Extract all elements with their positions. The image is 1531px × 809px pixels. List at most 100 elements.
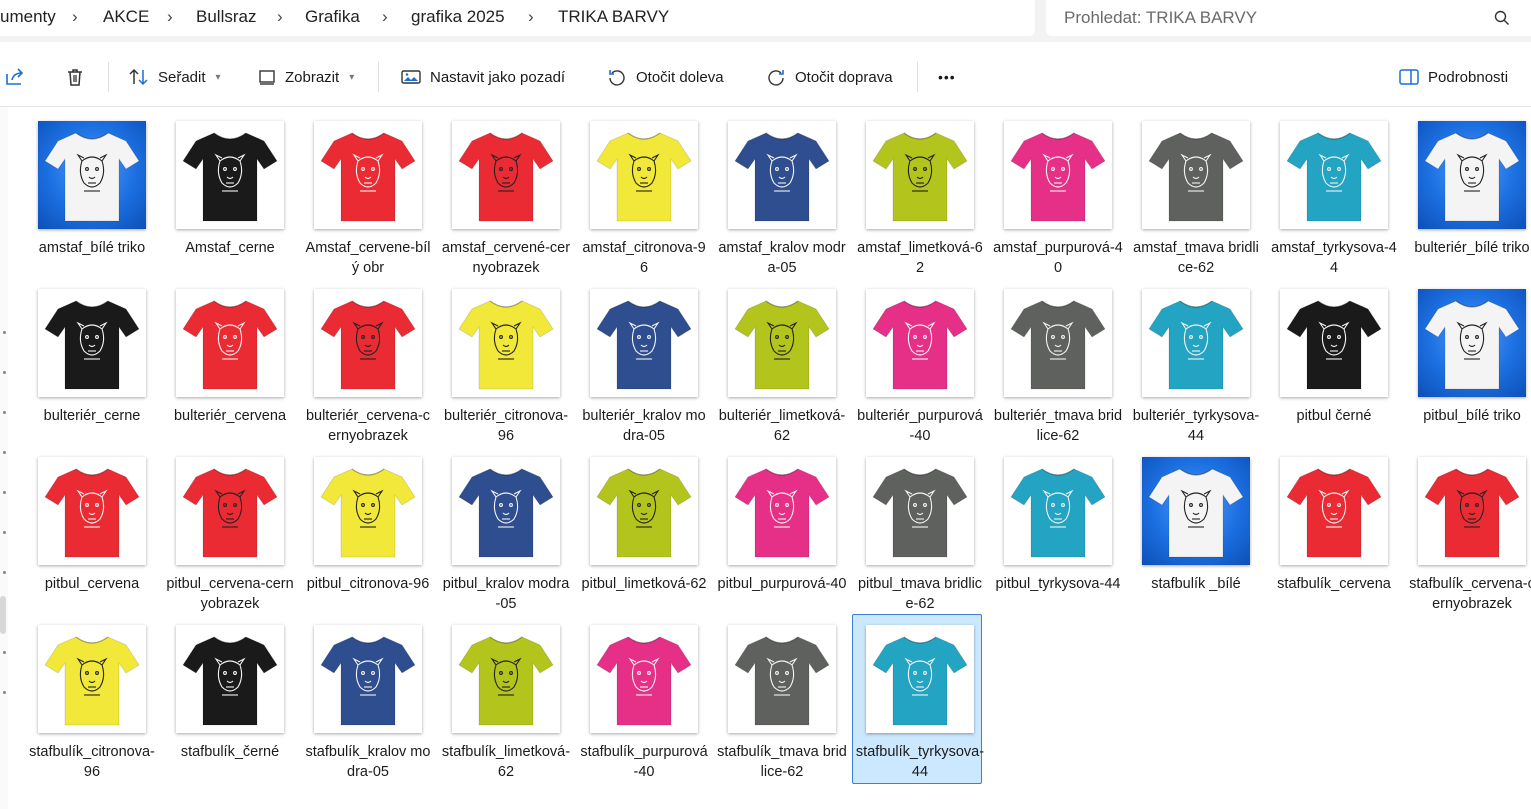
file-item[interactable]: amstaf_purpurová-40	[993, 114, 1123, 280]
file-item[interactable]: amstaf_limetková-62	[855, 114, 985, 280]
file-item[interactable]: bulteriér_kralov modra-05	[579, 282, 709, 448]
file-thumbnail[interactable]	[590, 121, 698, 229]
file-item[interactable]: amstaf_tyrkysova-44	[1269, 114, 1399, 280]
file-thumbnail[interactable]	[1004, 121, 1112, 229]
sort-button[interactable]: Seřadit ▾	[128, 48, 221, 106]
file-thumbnail[interactable]	[1418, 457, 1526, 565]
file-thumbnail[interactable]	[38, 121, 146, 229]
file-thumbnail[interactable]	[314, 457, 422, 565]
file-thumbnail[interactable]	[866, 289, 974, 397]
file-thumbnail[interactable]	[866, 457, 974, 565]
breadcrumb-item[interactable]: grafika 2025	[411, 7, 505, 27]
file-thumbnail[interactable]	[728, 289, 836, 397]
file-thumbnail[interactable]	[590, 625, 698, 733]
delete-button[interactable]	[64, 48, 86, 106]
file-thumbnail[interactable]	[1004, 289, 1112, 397]
file-item[interactable]: amstaf_citronova-96	[579, 114, 709, 280]
scrollbar-thumb[interactable]	[0, 596, 6, 634]
file-item[interactable]: amstaf_tmava bridlice-62	[1131, 114, 1261, 280]
file-item[interactable]: Amstaf_cervene-bílý obr	[303, 114, 433, 280]
file-item[interactable]: pitbul_kralov modra-05	[441, 450, 571, 616]
file-item[interactable]: stafbulík_černé	[165, 618, 295, 784]
file-item[interactable]: pitbul_tmava bridlice-62	[855, 450, 985, 616]
set-background-button[interactable]: Nastavit jako pozadí	[400, 48, 565, 106]
tshirt-image	[182, 636, 278, 726]
file-thumbnail[interactable]	[314, 289, 422, 397]
file-item[interactable]: bulteriér_limetková-62	[717, 282, 847, 448]
file-thumbnail[interactable]	[176, 457, 284, 565]
file-item[interactable]: pitbul černé	[1269, 282, 1399, 448]
file-thumbnail[interactable]	[314, 121, 422, 229]
file-item[interactable]: pitbul_limetková-62	[579, 450, 709, 616]
file-thumbnail[interactable]	[176, 121, 284, 229]
file-thumbnail[interactable]	[728, 457, 836, 565]
file-thumbnail[interactable]	[1418, 121, 1526, 229]
file-item[interactable]: bulteriér_cervena-cernyobrazek	[303, 282, 433, 448]
breadcrumb-item[interactable]: Bullsraz	[196, 7, 256, 27]
file-thumbnail[interactable]	[452, 121, 560, 229]
file-item[interactable]: pitbul_tyrkysova-44	[993, 450, 1123, 616]
breadcrumb-current[interactable]: TRIKA BARVY	[558, 7, 669, 27]
file-item[interactable]: stafbulík_tyrkysova-44	[852, 614, 985, 784]
file-item[interactable]: stafbulík_limetková-62	[441, 618, 571, 784]
file-thumbnail[interactable]	[1280, 289, 1388, 397]
file-thumbnail[interactable]	[38, 457, 146, 565]
file-thumbnail[interactable]	[1142, 457, 1250, 565]
file-item[interactable]: pitbul_bílé triko	[1407, 282, 1531, 448]
file-thumbnail[interactable]	[176, 289, 284, 397]
rotate-right-button[interactable]: Otočit doprava	[765, 48, 893, 106]
file-item[interactable]: stafbulík_purpurová-40	[579, 618, 709, 784]
file-item[interactable]: bulteriér_citronova-96	[441, 282, 571, 448]
file-item[interactable]: stafbulík_cervena	[1269, 450, 1399, 616]
file-thumbnail[interactable]	[314, 625, 422, 733]
file-item[interactable]: bulteriér_tmava bridlice-62	[993, 282, 1123, 448]
more-options-button[interactable]: •••	[938, 48, 956, 106]
file-item[interactable]: bulteriér_tyrkysova-44	[1131, 282, 1261, 448]
file-item[interactable]: pitbul_cervena	[27, 450, 157, 616]
file-thumbnail[interactable]	[728, 625, 836, 733]
breadcrumb[interactable]: umenty › AKCE › Bullsraz › Grafika › gra…	[0, 0, 1035, 36]
file-item[interactable]: bulteriér_cerne	[27, 282, 157, 448]
file-item[interactable]: stafbulík_citronova-96	[27, 618, 157, 784]
search-input[interactable]: Prohledat: TRIKA BARVY	[1046, 0, 1531, 36]
file-item[interactable]: stafbulík_cervena-cernyobrazek	[1407, 450, 1531, 616]
file-item[interactable]: stafbulík_kralov modra-05	[303, 618, 433, 784]
file-item[interactable]: stafbulík_tmava bridlice-62	[717, 618, 847, 784]
file-item[interactable]: amstaf_kralov modra-05	[717, 114, 847, 280]
file-item[interactable]: bulteriér_cervena	[165, 282, 295, 448]
file-thumbnail[interactable]	[452, 457, 560, 565]
share-button[interactable]	[4, 48, 26, 106]
rotate-left-button[interactable]: Otočit doleva	[606, 48, 724, 106]
file-item[interactable]: pitbul_purpurová-40	[717, 450, 847, 616]
breadcrumb-item[interactable]: AKCE	[103, 7, 149, 27]
file-item[interactable]: pitbul_citronova-96	[303, 450, 433, 616]
file-thumbnail[interactable]	[866, 625, 974, 733]
file-item[interactable]: bulteriér_purpurová-40	[855, 282, 985, 448]
file-thumbnail[interactable]	[38, 289, 146, 397]
file-thumbnail[interactable]	[1142, 289, 1250, 397]
file-thumbnail[interactable]	[728, 121, 836, 229]
file-item[interactable]: stafbulík _bílé	[1131, 450, 1261, 616]
file-thumbnail[interactable]	[176, 625, 284, 733]
file-item[interactable]: amstaf_cervené-cernyobrazek	[441, 114, 571, 280]
file-thumbnail[interactable]	[1280, 121, 1388, 229]
file-thumbnail[interactable]	[590, 289, 698, 397]
breadcrumb-item[interactable]: umenty	[0, 7, 56, 27]
file-thumbnail[interactable]	[866, 121, 974, 229]
file-thumbnail[interactable]	[1142, 121, 1250, 229]
file-thumbnail[interactable]	[1418, 289, 1526, 397]
file-thumbnail[interactable]	[1004, 457, 1112, 565]
file-item[interactable]: bulteriér_bílé triko	[1407, 114, 1531, 280]
file-item[interactable]: amstaf_bílé triko	[27, 114, 157, 280]
file-thumbnail[interactable]	[38, 625, 146, 733]
view-button[interactable]: Zobrazit ▾	[257, 48, 354, 106]
details-button[interactable]: Podrobnosti	[1398, 48, 1508, 106]
file-thumbnail[interactable]	[452, 625, 560, 733]
search-icon[interactable]	[1493, 9, 1511, 27]
file-thumbnail[interactable]	[590, 457, 698, 565]
file-item[interactable]: Amstaf_cerne	[165, 114, 295, 280]
breadcrumb-item[interactable]: Grafika	[305, 7, 360, 27]
file-thumbnail[interactable]	[452, 289, 560, 397]
file-thumbnail[interactable]	[1280, 457, 1388, 565]
file-item[interactable]: pitbul_cervena-cernyobrazek	[165, 450, 295, 616]
